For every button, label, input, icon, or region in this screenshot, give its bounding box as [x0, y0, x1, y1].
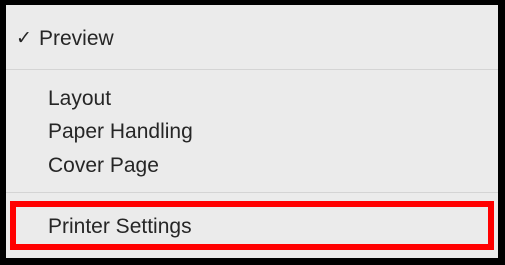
menu-item-preview-label: Preview [39, 27, 114, 50]
menu-separator [6, 69, 498, 70]
menu-item-paper-handling[interactable]: Paper Handling [48, 118, 193, 146]
menu-separator-2 [6, 192, 498, 193]
menu-item-layout[interactable]: Layout [48, 85, 111, 113]
print-options-menu: ✓ Preview Layout Paper Handling Cover Pa… [6, 5, 498, 258]
checkmark-icon: ✓ [16, 28, 32, 49]
menu-item-preview[interactable]: ✓ Preview [6, 25, 498, 53]
menu-item-printer-settings[interactable]: Printer Settings [48, 213, 192, 241]
menu-item-cover-page[interactable]: Cover Page [48, 152, 159, 180]
